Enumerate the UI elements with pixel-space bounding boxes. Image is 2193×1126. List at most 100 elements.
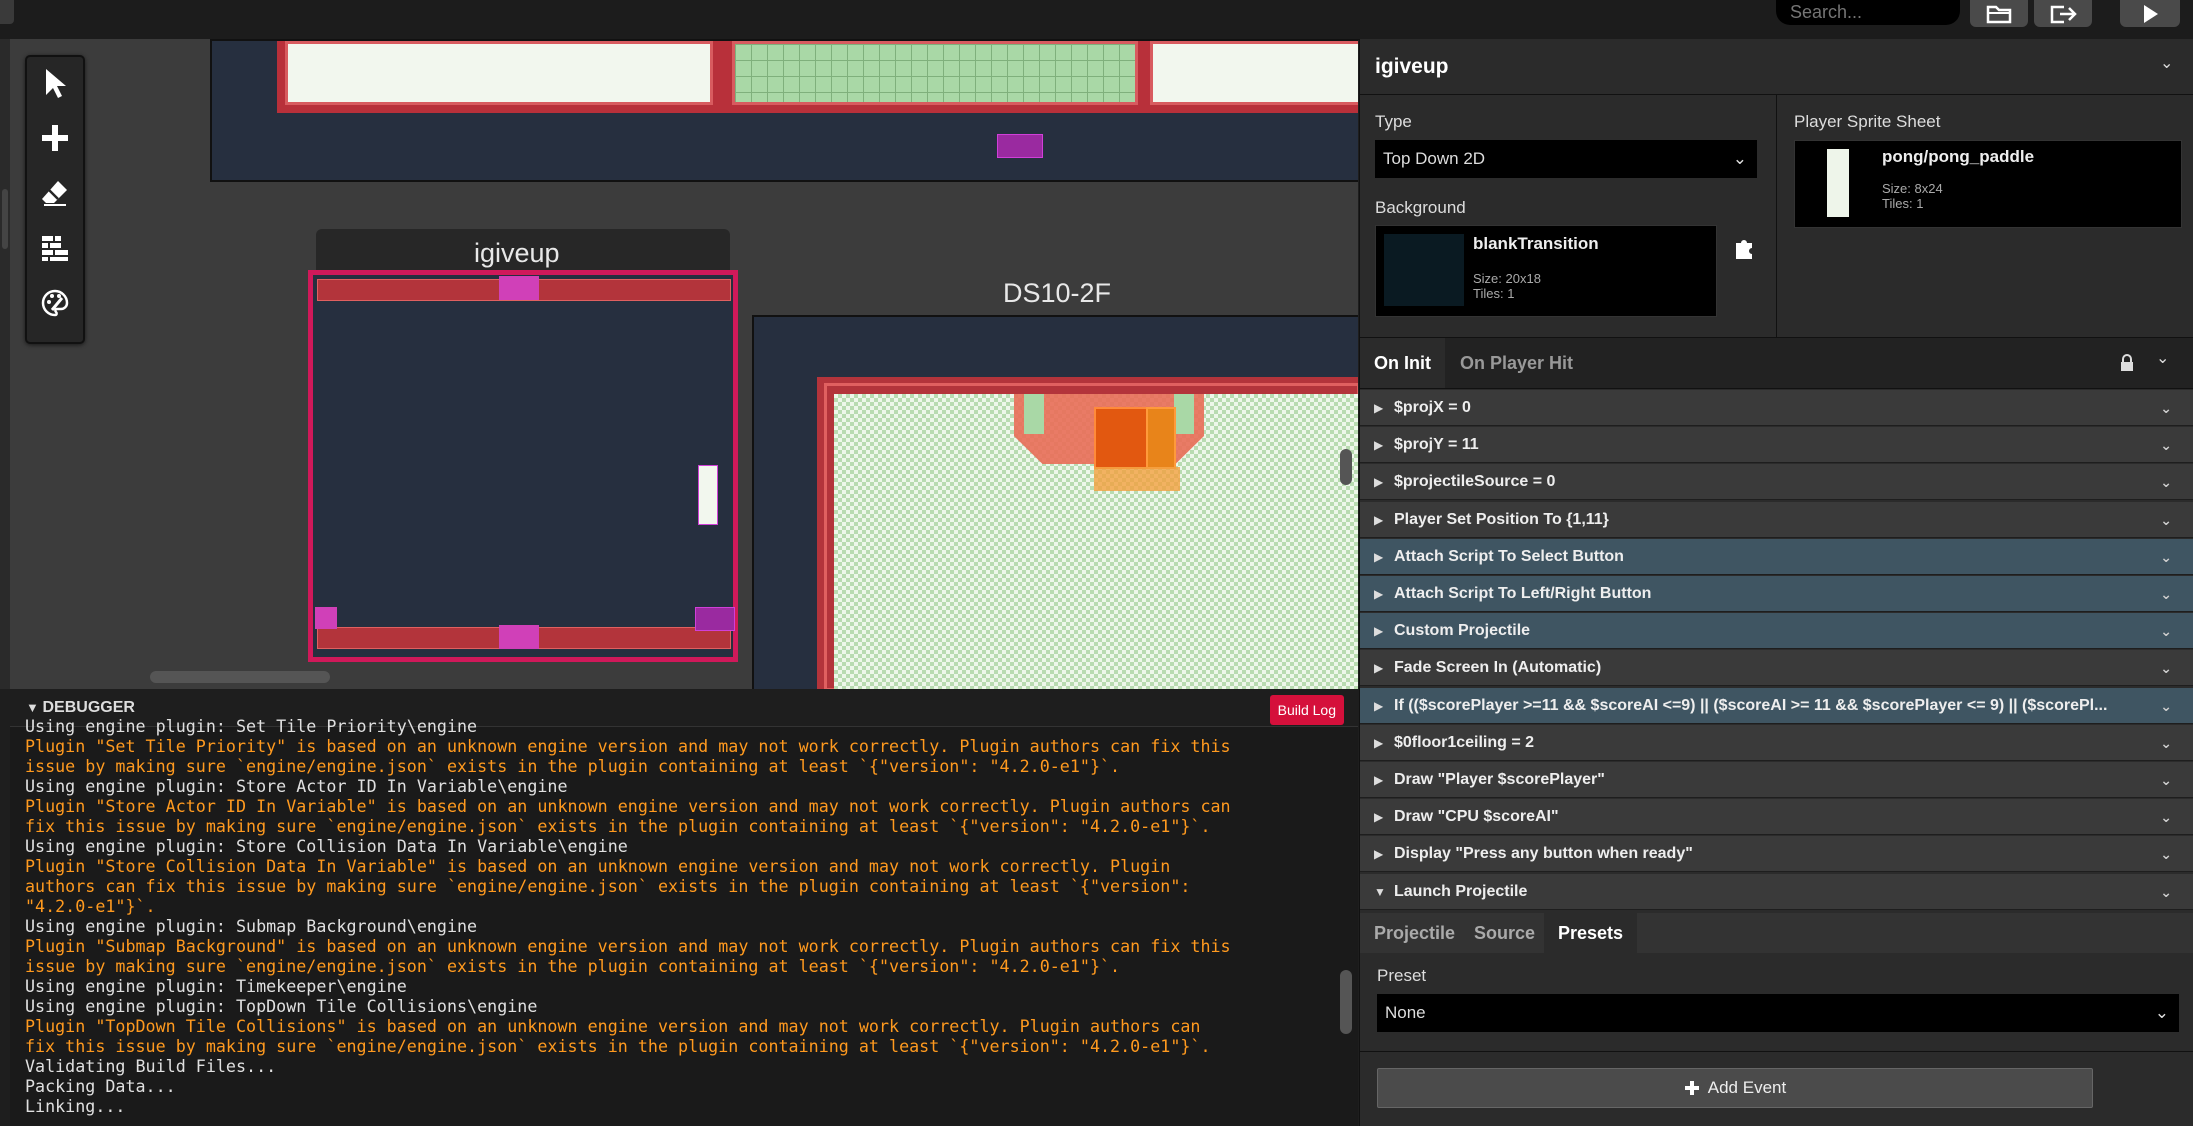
sprite-sheet-picker[interactable]: pong/pong_paddle Size: 8x24 Tiles: 1 — [1794, 140, 2182, 228]
collapsed-triangle-icon[interactable]: ▶ — [1374, 650, 1383, 686]
chevron-down-icon: ⌄ — [2154, 1003, 2169, 1022]
lock-icon[interactable] — [2120, 354, 2134, 377]
event-row[interactable]: ▶ $0floor1ceiling = 2 ⌄ — [1360, 724, 2193, 761]
background-name: blankTransition — [1473, 234, 1599, 253]
collapsed-triangle-icon[interactable]: ▶ — [1374, 725, 1383, 761]
collapsed-triangle-icon[interactable]: ▶ — [1374, 688, 1383, 724]
event-row[interactable]: ▶ Draw "CPU $scoreAI" ⌄ — [1360, 799, 2193, 836]
scene-ds10-2f-title: DS10-2F — [1003, 278, 1112, 308]
event-label: Fade Screen In (Automatic) — [1394, 659, 1602, 677]
world-canvas[interactable]: igiveup DS10-2F — [10, 39, 1358, 689]
background-picker[interactable]: blankTransition Size: 20x18 Tiles: 1 — [1375, 225, 1717, 317]
divider-vertical — [1776, 94, 1777, 337]
scene-igiveup[interactable] — [308, 270, 738, 662]
chevron-down-icon[interactable]: ⌄ — [2160, 539, 2172, 575]
chevron-down-icon[interactable]: ⌄ — [2160, 836, 2172, 872]
collapsed-triangle-icon[interactable]: ▶ — [1374, 576, 1383, 612]
canvas-horizontal-scrollbar[interactable] — [150, 671, 330, 683]
colorize-tool-button[interactable] — [34, 282, 76, 324]
player-paddle[interactable] — [698, 465, 718, 525]
event-row[interactable]: ▶ $projX = 0 ⌄ — [1360, 390, 2193, 426]
collapsed-triangle-icon[interactable]: ▶ — [1374, 502, 1383, 538]
event-row[interactable]: ▼ Launch Projectile ⌄ — [1360, 873, 2193, 910]
export-button[interactable] — [2034, 0, 2092, 27]
preset-label: Preset — [1377, 966, 1427, 985]
menu-tab[interactable] — [0, 0, 14, 24]
scene-top[interactable] — [210, 39, 1358, 182]
chevron-down-icon[interactable]: ⌄ — [2160, 799, 2172, 835]
event-row[interactable]: ▶ $projectileSource = 0 ⌄ — [1360, 464, 2193, 501]
chevron-down-icon[interactable]: ⌄ — [2160, 464, 2172, 500]
background-size: Size: 20x18 — [1473, 271, 1541, 286]
expanded-triangle-icon[interactable]: ▼ — [1374, 874, 1386, 910]
event-row[interactable]: ▶ $projY = 11 ⌄ — [1360, 427, 2193, 464]
canvas-vertical-scrollbar[interactable] — [1340, 449, 1352, 485]
event-label: $projY = 11 — [1394, 436, 1479, 454]
event-row[interactable]: ▶ Player Set Position To {1,11} ⌄ — [1360, 501, 2193, 538]
event-row[interactable]: ▶ If (($scorePlayer >=11 && $scoreAI <=9)… — [1360, 687, 2193, 724]
background-tiles: Tiles: 1 — [1473, 286, 1515, 301]
event-row[interactable]: ▶ Attach Script To Left/Right Button ⌄ — [1360, 576, 2193, 612]
add-tool-button[interactable] — [34, 117, 76, 159]
type-select[interactable]: Top Down 2D ⌄ — [1375, 140, 1757, 178]
chevron-down-icon[interactable]: ⌄ — [2160, 427, 2172, 463]
sprite-sheet-label: Player Sprite Sheet — [1794, 112, 1941, 131]
chevron-down-icon[interactable]: ⌄ — [2160, 874, 2172, 910]
tab-projectile[interactable]: Projectile — [1360, 913, 1469, 953]
play-icon — [2144, 4, 2158, 23]
event-label: $0floor1ceiling = 2 — [1394, 733, 1535, 751]
log-line: Using engine plugin: Submap Background\e… — [25, 916, 478, 936]
chevron-down-icon[interactable]: ⌄ — [2160, 650, 2172, 686]
event-label: If (($scorePlayer >=11 && $scoreAI <=9) … — [1394, 696, 2108, 714]
add-event-button[interactable]: Add Event — [1377, 1068, 2093, 1108]
scene-name[interactable]: igiveup — [1375, 55, 1449, 79]
collapsed-triangle-icon[interactable]: ▶ — [1374, 427, 1383, 463]
chevron-down-icon[interactable]: ⌄ — [2160, 53, 2173, 73]
chevron-down-icon[interactable]: ⌄ — [2160, 762, 2172, 798]
collapsed-triangle-icon[interactable]: ▶ — [1374, 762, 1383, 798]
launch-projectile-tabs: Projectile Source Presets — [1360, 913, 2193, 953]
collapsed-triangle-icon[interactable]: ▶ — [1374, 539, 1383, 575]
puzzle-piece-icon[interactable] — [1734, 236, 1754, 260]
event-row[interactable]: ▶ Custom Projectile ⌄ — [1360, 613, 2193, 650]
chevron-down-icon[interactable]: ⌄ — [2160, 688, 2172, 724]
sprite-size: Size: 8x24 — [1882, 181, 1943, 196]
event-row[interactable]: ▶ Attach Script To Select Button ⌄ — [1360, 538, 2193, 575]
palette-icon — [41, 289, 69, 317]
play-button[interactable] — [2120, 0, 2180, 27]
export-icon — [2050, 5, 2077, 23]
collisions-tool-button[interactable] — [34, 227, 76, 269]
chevron-down-icon[interactable]: ⌄ — [2156, 348, 2169, 368]
chevron-down-icon[interactable]: ⌄ — [2160, 576, 2172, 612]
build-log-output: Using engine plugin: Set Tile Priority\e… — [25, 716, 1325, 1116]
left-handle[interactable] — [2, 189, 8, 249]
chevron-down-icon[interactable]: ⌄ — [2160, 502, 2172, 538]
collapsed-triangle-icon[interactable]: ▶ — [1374, 613, 1383, 649]
collapsed-triangle-icon[interactable]: ▶ — [1374, 799, 1383, 835]
search-input[interactable] — [1776, 0, 1960, 25]
select-tool-button[interactable] — [34, 62, 76, 104]
open-folder-button[interactable] — [1970, 0, 2028, 27]
log-scrollbar[interactable] — [1340, 970, 1352, 1034]
tab-on-init[interactable]: On Init — [1360, 338, 1445, 388]
event-row[interactable]: ▶ Fade Screen In (Automatic) ⌄ — [1360, 650, 2193, 687]
event-row[interactable]: ▶ Draw "Player $scorePlayer" ⌄ — [1360, 762, 2193, 798]
chevron-down-icon[interactable]: ⌄ — [2160, 613, 2172, 649]
log-line-warning: issue by making sure `engine/engine.json… — [25, 956, 1121, 976]
chevron-down-icon[interactable]: ⌄ — [2160, 390, 2172, 426]
event-row[interactable]: ▶ Display "Press any button when ready" ⌄ — [1360, 836, 2193, 873]
event-label: Attach Script To Left/Right Button — [1394, 585, 1652, 602]
eraser-tool-button[interactable] — [34, 172, 76, 214]
collapsed-triangle-icon[interactable]: ▶ — [1374, 836, 1383, 872]
log-line: Using engine plugin: TopDown Tile Collis… — [25, 996, 538, 1016]
chevron-down-icon[interactable]: ⌄ — [2160, 725, 2172, 761]
collapsed-triangle-icon[interactable]: ▶ — [1374, 464, 1383, 500]
preset-select[interactable]: None ⌄ — [1377, 994, 2179, 1032]
tab-presets[interactable]: Presets — [1544, 913, 1638, 953]
event-label: Display "Press any button when ready" — [1394, 845, 1693, 863]
tab-source[interactable]: Source — [1460, 913, 1549, 953]
scene-ds10-2f[interactable] — [752, 315, 1358, 689]
sprite-name: pong/pong_paddle — [1882, 147, 2035, 166]
tab-on-player-hit[interactable]: On Player Hit — [1446, 338, 1587, 388]
collapsed-triangle-icon[interactable]: ▶ — [1374, 390, 1383, 426]
